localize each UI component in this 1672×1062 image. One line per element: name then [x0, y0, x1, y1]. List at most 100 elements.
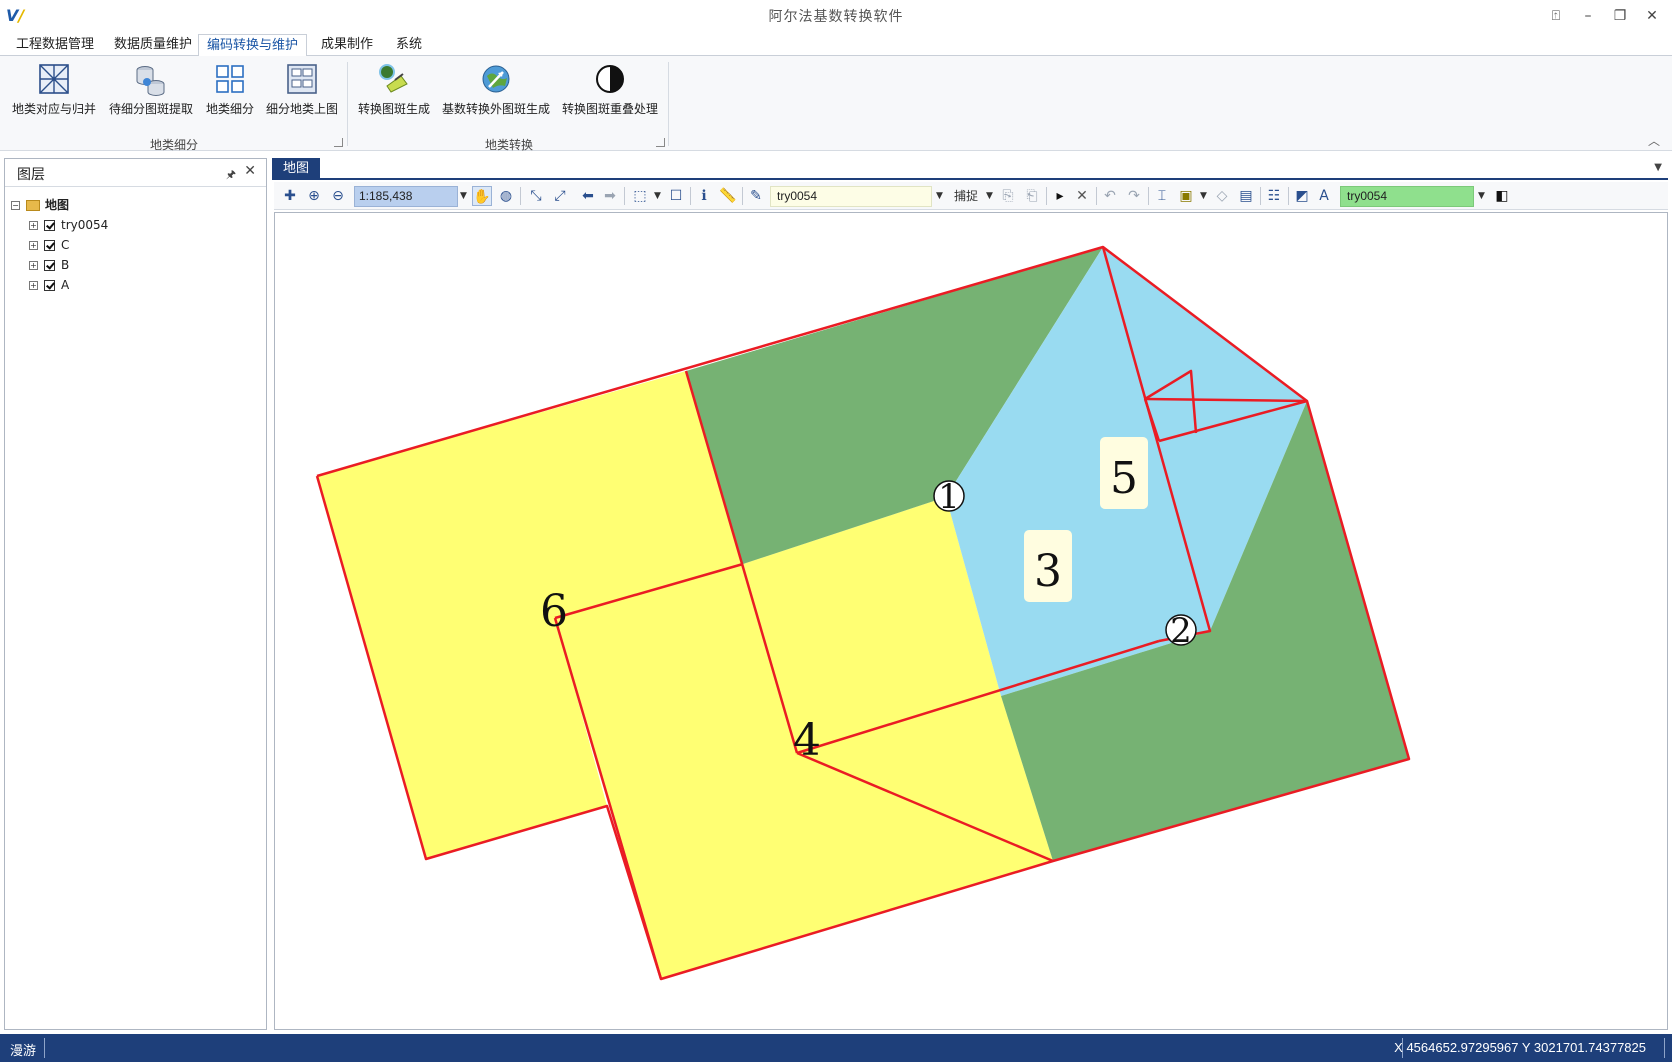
- ribbon-tabs: 工程数据管理 数据质量维护 编码转换与维护 成果制作 系统: [0, 34, 1672, 57]
- landclass-subdivide-button[interactable]: 地类细分: [202, 62, 258, 120]
- pan-hand-icon[interactable]: ✋: [472, 186, 492, 206]
- target-layer-dropdown-icon[interactable]: ▼: [1478, 186, 1485, 206]
- map-toolbar: ✚ ⊕ ⊖ 1:185,438 ▼ ✋ ◍ ⤡ ⤢ ⬅ ➡ ⬚ ▼ ☐ ℹ 📏 …: [274, 182, 1668, 210]
- layer-tree-root[interactable]: − 地图: [11, 195, 108, 215]
- snap-label[interactable]: 捕捉: [954, 186, 978, 206]
- layer-tree: − 地图 + try0054 + C + B + A: [11, 195, 108, 295]
- close-icon[interactable]: ✕: [1638, 4, 1666, 28]
- full-extent-globe-icon[interactable]: ◍: [496, 186, 516, 206]
- tab-data-quality[interactable]: 数据质量维护: [106, 34, 200, 56]
- title-bar: V/ 阿尔法基数转换软件 ⍐ – ❐ ✕: [0, 0, 1672, 32]
- toolbar-separator: [1288, 187, 1289, 205]
- edit-layer-select[interactable]: try0054: [770, 186, 932, 207]
- layer-name: C: [61, 238, 70, 252]
- add-data-icon[interactable]: ✚: [280, 186, 300, 206]
- attribute-edit-icon[interactable]: ▣: [1176, 186, 1196, 206]
- measure-ruler-icon[interactable]: 📏: [718, 186, 738, 206]
- layer-visibility-checkbox[interactable]: [44, 220, 55, 231]
- status-bar: 漫游 X 4564652.97295967 Y 3021701.74377825: [0, 1034, 1672, 1062]
- redo-icon[interactable]: ↷: [1124, 186, 1144, 206]
- delete-feature-icon[interactable]: ✕: [1072, 186, 1092, 206]
- tab-project-data[interactable]: 工程数据管理: [8, 34, 102, 56]
- attribute-dropdown-icon[interactable]: ▼: [1200, 186, 1207, 206]
- grid-subdivide-icon: [216, 65, 244, 93]
- label-text-icon[interactable]: A: [1314, 186, 1334, 206]
- parcel-label: 5: [1110, 453, 1138, 504]
- overlap-process-label: 转换图斑重叠处理: [561, 102, 658, 116]
- layer-item[interactable]: + C: [11, 235, 108, 255]
- tab-output[interactable]: 成果制作: [313, 34, 381, 56]
- editor-pencil-icon[interactable]: ✎: [746, 186, 766, 206]
- copy-feature-icon[interactable]: ⎘: [998, 186, 1018, 206]
- toolbar-separator: [1096, 187, 1097, 205]
- parcel-label: 6: [540, 586, 568, 637]
- undo-icon[interactable]: ↶: [1100, 186, 1120, 206]
- split-feature-icon[interactable]: ⌶: [1152, 186, 1172, 206]
- pin-icon[interactable]: 🖈: [226, 166, 236, 185]
- identify-info-icon[interactable]: ℹ: [694, 186, 714, 206]
- scale-input[interactable]: 1:185,438: [354, 186, 458, 207]
- document-tabbar: 地图 ▼: [272, 158, 1668, 180]
- layer-item[interactable]: + A: [11, 275, 108, 295]
- landclass-merge-icon: [39, 64, 69, 94]
- status-mode: 漫游: [10, 1044, 37, 1059]
- generate-patches-button[interactable]: 转换图斑生成: [356, 62, 432, 120]
- layer-visibility-checkbox[interactable]: [44, 240, 55, 251]
- zoom-in-icon[interactable]: ⊕: [304, 186, 324, 206]
- edit-layer-dropdown-icon[interactable]: ▼: [936, 186, 943, 206]
- forward-arrow-icon[interactable]: ➡: [600, 186, 620, 206]
- attribute-table-icon[interactable]: ▤: [1236, 186, 1256, 206]
- layer-item[interactable]: + B: [11, 255, 108, 275]
- ribbon-body: 地类对应与归并 待细分图斑提取 地类细分 细分地类上图 地类细分 转换图斑生成 …: [0, 56, 1672, 152]
- back-arrow-icon[interactable]: ⬅: [578, 186, 598, 206]
- snap-dropdown-icon[interactable]: ▼: [986, 186, 993, 206]
- expand-icon[interactable]: +: [29, 261, 38, 270]
- tab-system[interactable]: 系统: [388, 34, 430, 56]
- layer-panel-title: 图层: [17, 167, 45, 183]
- label-select-icon[interactable]: ◩: [1292, 186, 1312, 206]
- subdivided-to-map-button[interactable]: 细分地类上图: [264, 62, 340, 120]
- fixed-zoom-out-icon[interactable]: ⤢: [550, 186, 570, 206]
- expand-icon[interactable]: +: [29, 281, 38, 290]
- layer-visibility-checkbox[interactable]: [44, 260, 55, 271]
- restore-icon[interactable]: ❐: [1606, 4, 1634, 28]
- zoom-out-icon[interactable]: ⊖: [328, 186, 348, 206]
- group-launcher-icon[interactable]: [656, 138, 665, 147]
- toolbar-separator: [624, 187, 625, 205]
- tab-map[interactable]: 地图: [272, 158, 320, 180]
- external-patches-button[interactable]: 基数转换外图斑生成: [440, 62, 552, 120]
- close-icon[interactable]: ✕: [244, 163, 256, 179]
- map-drawing[interactable]: 1 2 3 4 5 6: [275, 213, 1667, 1029]
- expand-icon[interactable]: +: [29, 221, 38, 230]
- collapse-ribbon-icon[interactable]: ︿: [1648, 132, 1660, 149]
- clear-selection-icon[interactable]: ☐: [666, 186, 686, 206]
- document-menu-icon[interactable]: ▼: [1654, 162, 1662, 173]
- window-controls: ⍐ – ❐ ✕: [1542, 4, 1666, 28]
- overlap-process-button[interactable]: 转换图斑重叠处理: [560, 62, 660, 120]
- paste-feature-icon[interactable]: ⎗: [1022, 186, 1042, 206]
- landclass-merge-button[interactable]: 地类对应与归并: [8, 62, 100, 120]
- properties-list-icon[interactable]: ☷: [1264, 186, 1284, 206]
- color-swap-icon[interactable]: ◧: [1492, 186, 1512, 206]
- status-separator: [1664, 1038, 1665, 1058]
- eraser-icon[interactable]: ◇: [1212, 186, 1232, 206]
- collapse-icon[interactable]: −: [11, 201, 20, 210]
- map-canvas[interactable]: 1 2 3 4 5 6: [274, 212, 1668, 1030]
- fixed-zoom-in-icon[interactable]: ⤡: [526, 186, 546, 206]
- layer-item[interactable]: + try0054: [11, 215, 108, 235]
- subdivided-to-map-label: 细分地类上图: [265, 102, 338, 116]
- select-features-icon[interactable]: ⬚: [630, 186, 650, 206]
- layer-visibility-checkbox[interactable]: [44, 280, 55, 291]
- select-dropdown-icon[interactable]: ▼: [654, 186, 661, 206]
- minimize-icon[interactable]: –: [1574, 4, 1602, 28]
- tab-code-conversion[interactable]: 编码转换与维护: [198, 34, 308, 57]
- scale-dropdown-icon[interactable]: ▼: [460, 186, 467, 206]
- ribbon-toggle-icon[interactable]: ⍐: [1542, 4, 1570, 28]
- map-layout-icon: [287, 64, 317, 94]
- expand-icon[interactable]: +: [29, 241, 38, 250]
- extract-patches-button[interactable]: 待细分图斑提取: [106, 62, 196, 120]
- target-layer-select[interactable]: try0054: [1340, 186, 1474, 207]
- edit-pointer-icon[interactable]: ▸: [1050, 186, 1070, 206]
- group-launcher-icon[interactable]: [334, 138, 343, 147]
- parcel-label: 4: [793, 715, 821, 766]
